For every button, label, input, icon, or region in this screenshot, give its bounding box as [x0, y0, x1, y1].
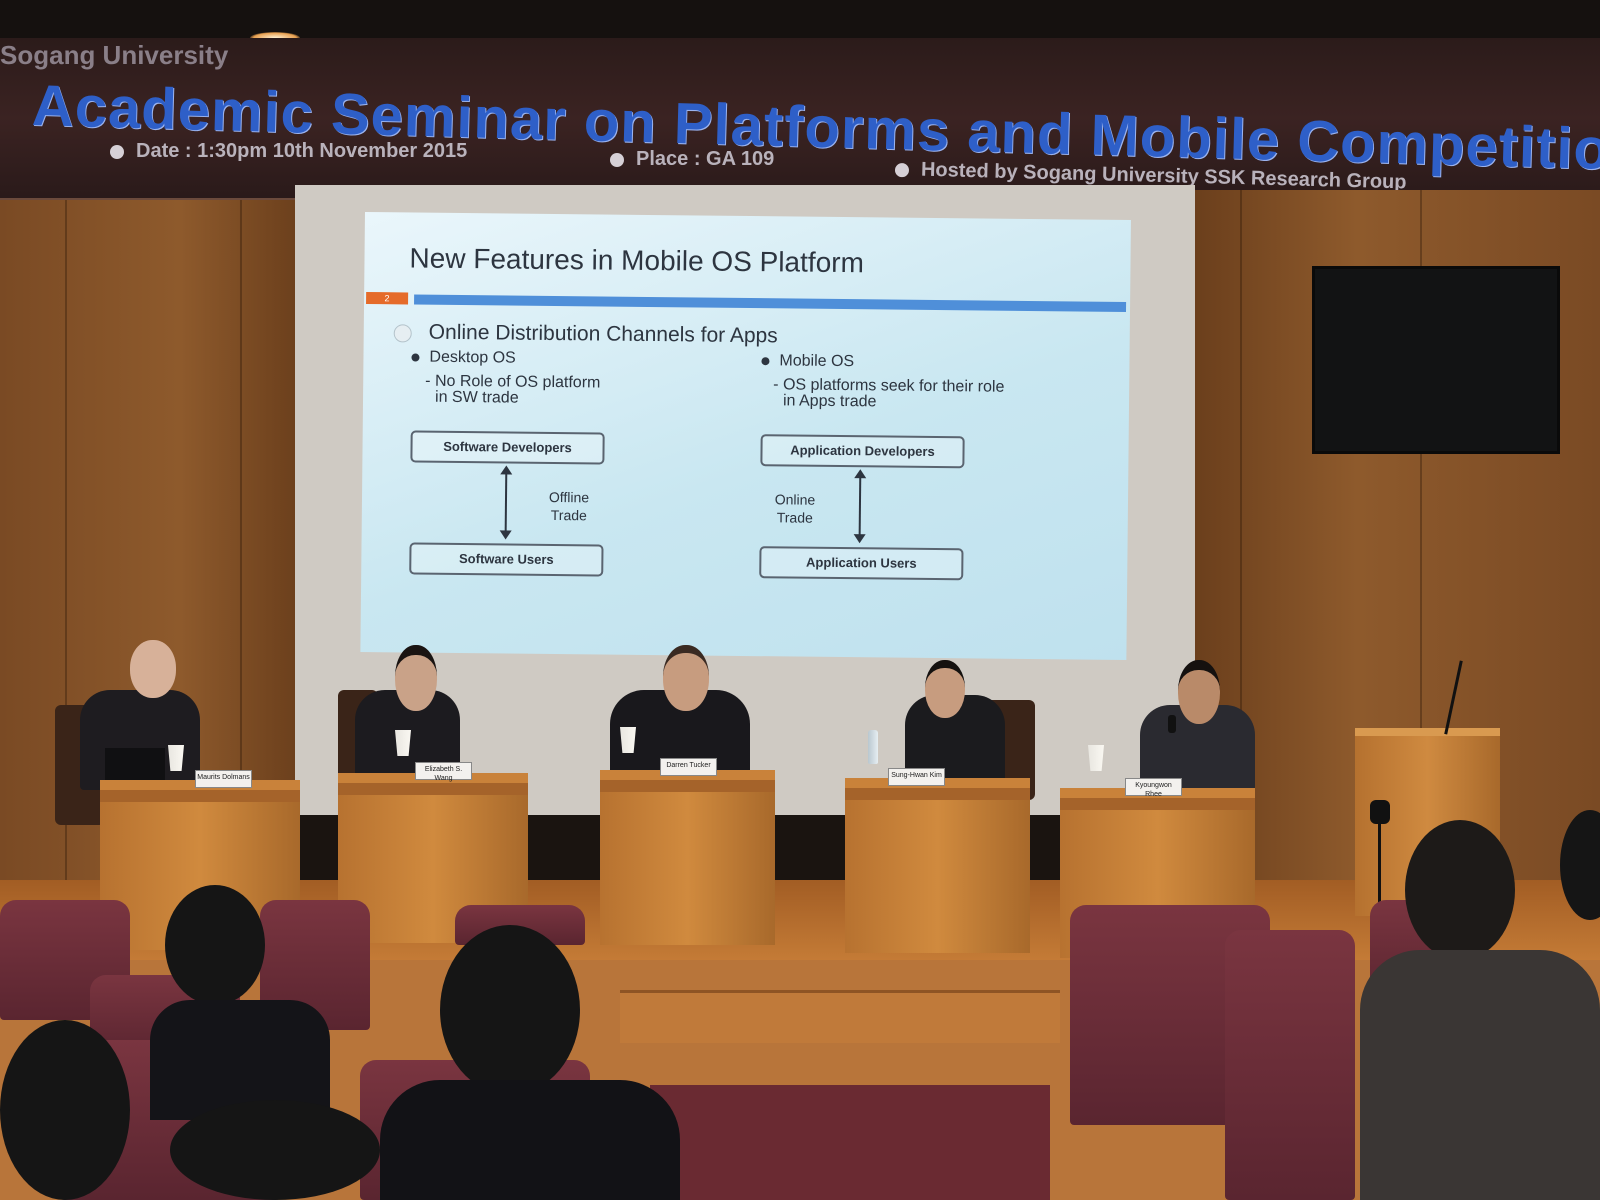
audience-seat	[1225, 930, 1355, 1200]
slide-heading: Online Distribution Channels for Apps	[428, 320, 778, 348]
mobile-os-item: Mobile OS	[761, 352, 854, 371]
application-developers-box: Application Developers	[760, 434, 965, 469]
seminar-photo: Sogang University Academic Seminar on Pl…	[0, 0, 1600, 1200]
mobile-os-label: Mobile OS	[779, 352, 855, 371]
microphone	[1168, 715, 1176, 733]
mobile-os-sub-2: in Apps trade	[782, 392, 877, 411]
paper-cup	[395, 730, 411, 756]
desktop-os-label: Desktop OS	[429, 348, 516, 367]
audience-member-body	[1360, 950, 1600, 1200]
offline-trade-arrow	[504, 467, 508, 538]
audience-member-head	[440, 925, 580, 1095]
nameplate: Sung-Hwan Kim	[888, 768, 945, 786]
panelist-head	[130, 640, 176, 698]
application-users-box: Application Users	[759, 546, 964, 581]
audience-member-head	[0, 1020, 130, 1200]
banner-date-line: Date : 1:30pm 10th November 2015	[110, 140, 467, 163]
banner-university: Sogang University	[0, 40, 229, 70]
software-developers-box: Software Developers	[410, 430, 605, 465]
bullet-dot	[110, 144, 124, 159]
projected-slide: New Features in Mobile OS Platform 2 Onl…	[360, 212, 1131, 660]
software-users-box: Software Users	[409, 542, 604, 577]
audience-member-body	[380, 1080, 680, 1200]
nameplate: Kyoungwon Rhee	[1125, 778, 1182, 798]
desktop-os-sub-2: in SW trade	[434, 388, 519, 407]
water-bottle	[868, 730, 878, 764]
online-label: Online	[774, 491, 816, 508]
camera	[1370, 800, 1390, 824]
aisle-carpet	[650, 1085, 1050, 1200]
audience-member-head	[170, 1100, 380, 1200]
bullet-dot	[610, 152, 624, 167]
slide-title-bar	[414, 294, 1127, 312]
panelist-head	[395, 645, 437, 711]
bullet-dot	[894, 162, 910, 178]
online-trade-label: Online Trade	[760, 490, 830, 527]
nameplate: Elizabeth S. Wang	[415, 762, 472, 782]
offline-trade-label: Offline Trade	[534, 488, 604, 525]
paper-cup	[620, 727, 636, 753]
panel-desk	[600, 770, 775, 945]
bullet-dot	[761, 356, 770, 366]
panelist-head	[1178, 660, 1220, 724]
trade-label: Trade	[776, 509, 813, 526]
paper-cup	[168, 745, 184, 771]
panelist-head	[925, 660, 965, 718]
wall-monitor	[1312, 266, 1560, 454]
banner-place-line: Place : GA 109	[610, 148, 774, 171]
audience-member-head	[165, 885, 265, 1005]
bullet-dot	[411, 353, 420, 362]
desktop-os-item: Desktop OS	[411, 348, 516, 367]
audience-member-head	[1405, 820, 1515, 960]
slide-heading-bullet	[393, 324, 412, 343]
slide-title: New Features in Mobile OS Platform	[409, 242, 865, 279]
stage-step	[620, 990, 1060, 1043]
panelist-head	[663, 645, 709, 711]
nameplate: Darren Tucker	[660, 758, 717, 776]
online-trade-arrow	[858, 471, 862, 542]
nameplate: Maurits Dolmans	[195, 770, 252, 788]
banner-date: Date : 1:30pm 10th November 2015	[136, 140, 468, 162]
trade-label: Trade	[550, 506, 587, 524]
paper-cup	[1088, 745, 1104, 771]
ceiling	[0, 0, 1600, 40]
banner-place: Place : GA 109	[636, 148, 775, 170]
offline-label: Offline	[548, 488, 590, 506]
slide-page-number: 2	[366, 292, 409, 305]
panel-desk	[845, 778, 1030, 953]
